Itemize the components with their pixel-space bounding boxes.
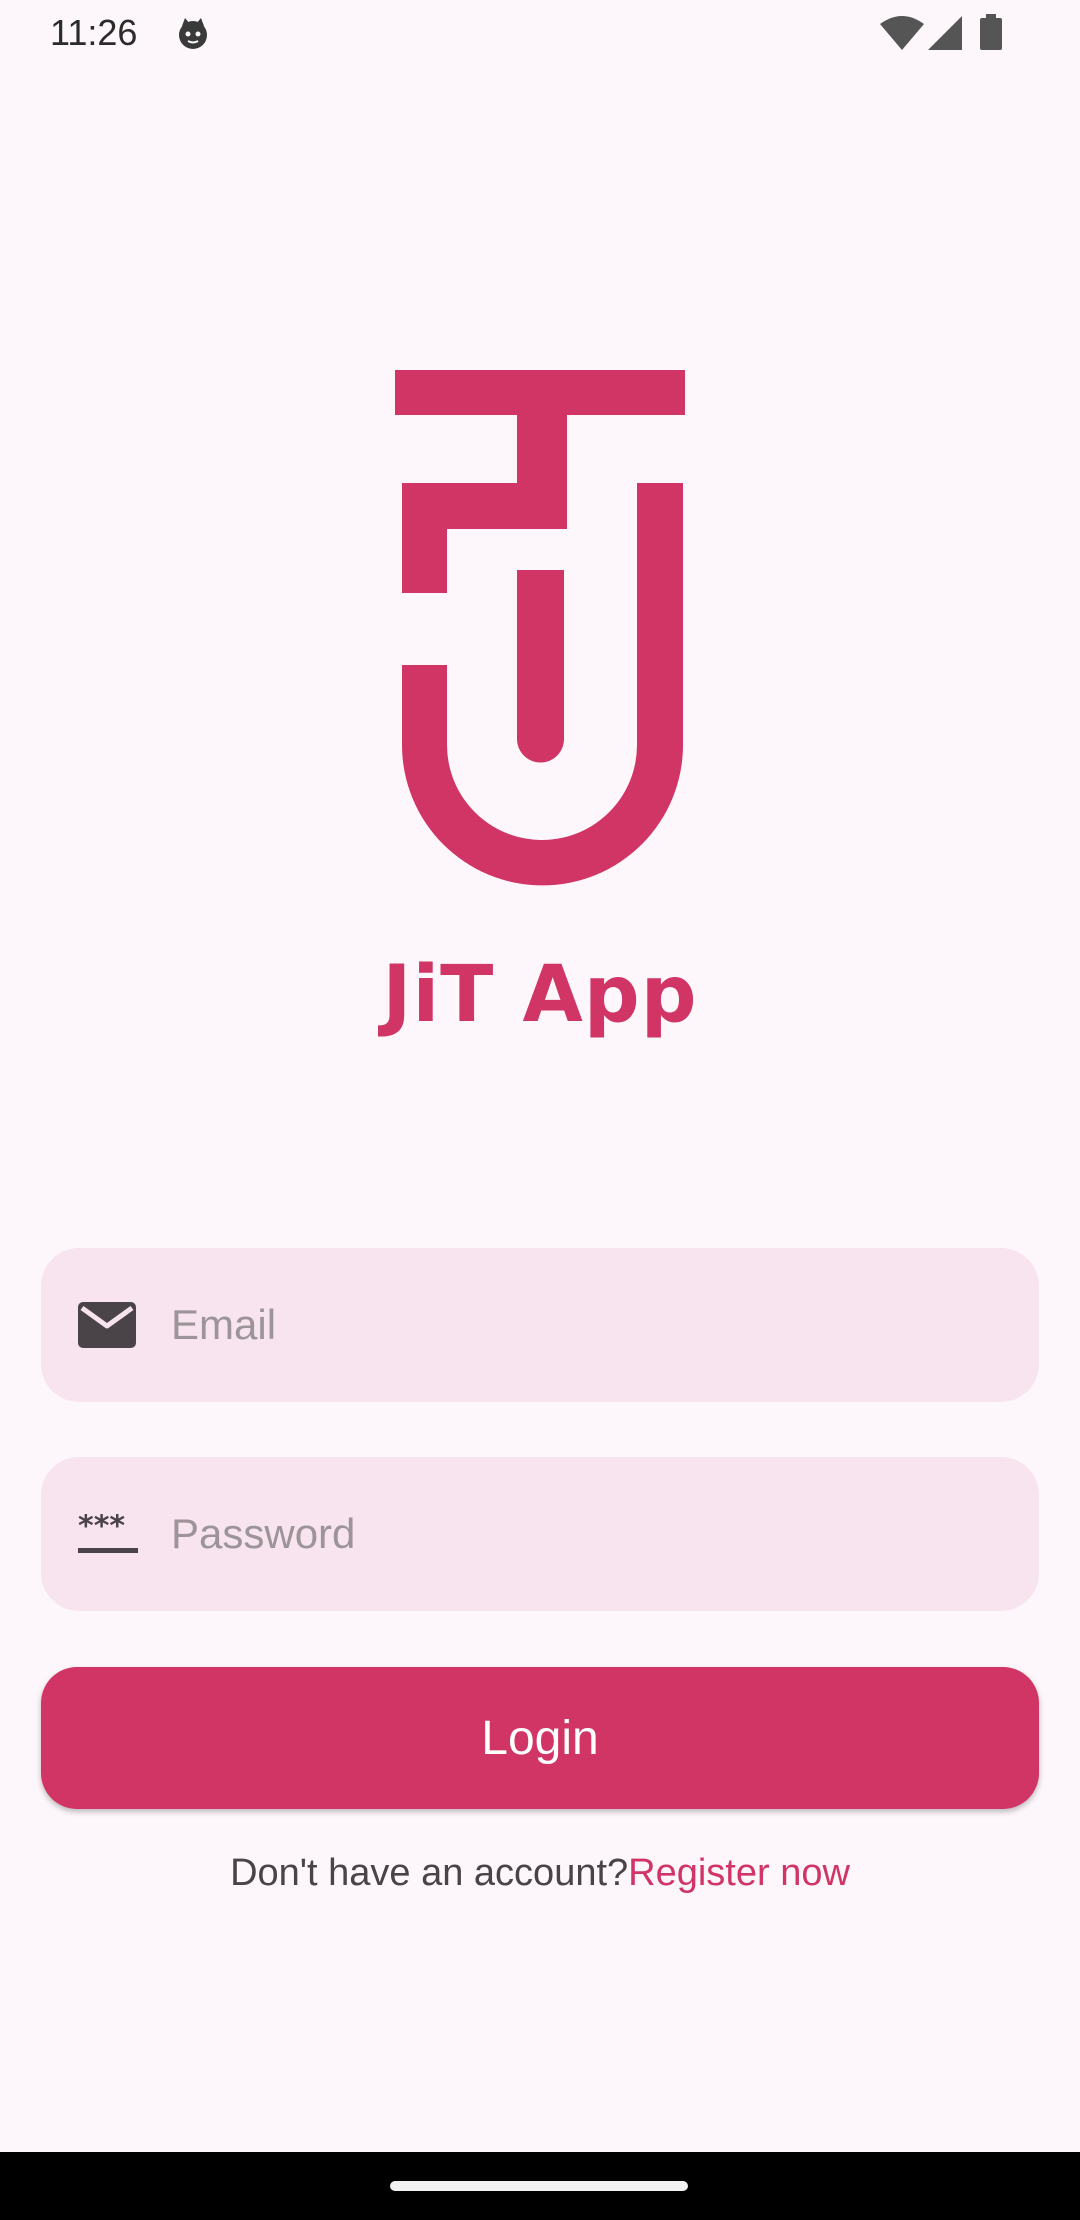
cellular-signal-icon: [928, 16, 962, 50]
svg-text:***: ***: [78, 1514, 125, 1544]
navigation-bar: [0, 2152, 1080, 2220]
register-now-link[interactable]: Register now: [628, 1852, 850, 1894]
email-field[interactable]: [41, 1248, 1039, 1402]
password-icon: ***: [78, 1514, 138, 1553]
home-gesture-handle[interactable]: [390, 2181, 688, 2191]
status-time: 11:26: [50, 12, 138, 53]
register-line: Don't have an account?Register now: [0, 1852, 1080, 1895]
mail-icon: [78, 1302, 136, 1348]
password-field[interactable]: ***: [41, 1457, 1039, 1611]
wifi-icon: [880, 16, 924, 50]
app-logo: [395, 370, 685, 886]
notification-cat-icon: [179, 18, 207, 49]
status-bar: 11:26: [0, 0, 1080, 66]
login-button[interactable]: Login: [41, 1667, 1039, 1809]
app-name: JiT App: [382, 950, 698, 1040]
password-input[interactable]: [171, 1457, 1001, 1611]
email-input[interactable]: [171, 1248, 1001, 1402]
register-prompt: Don't have an account?: [230, 1852, 629, 1894]
battery-icon: [980, 14, 1002, 50]
